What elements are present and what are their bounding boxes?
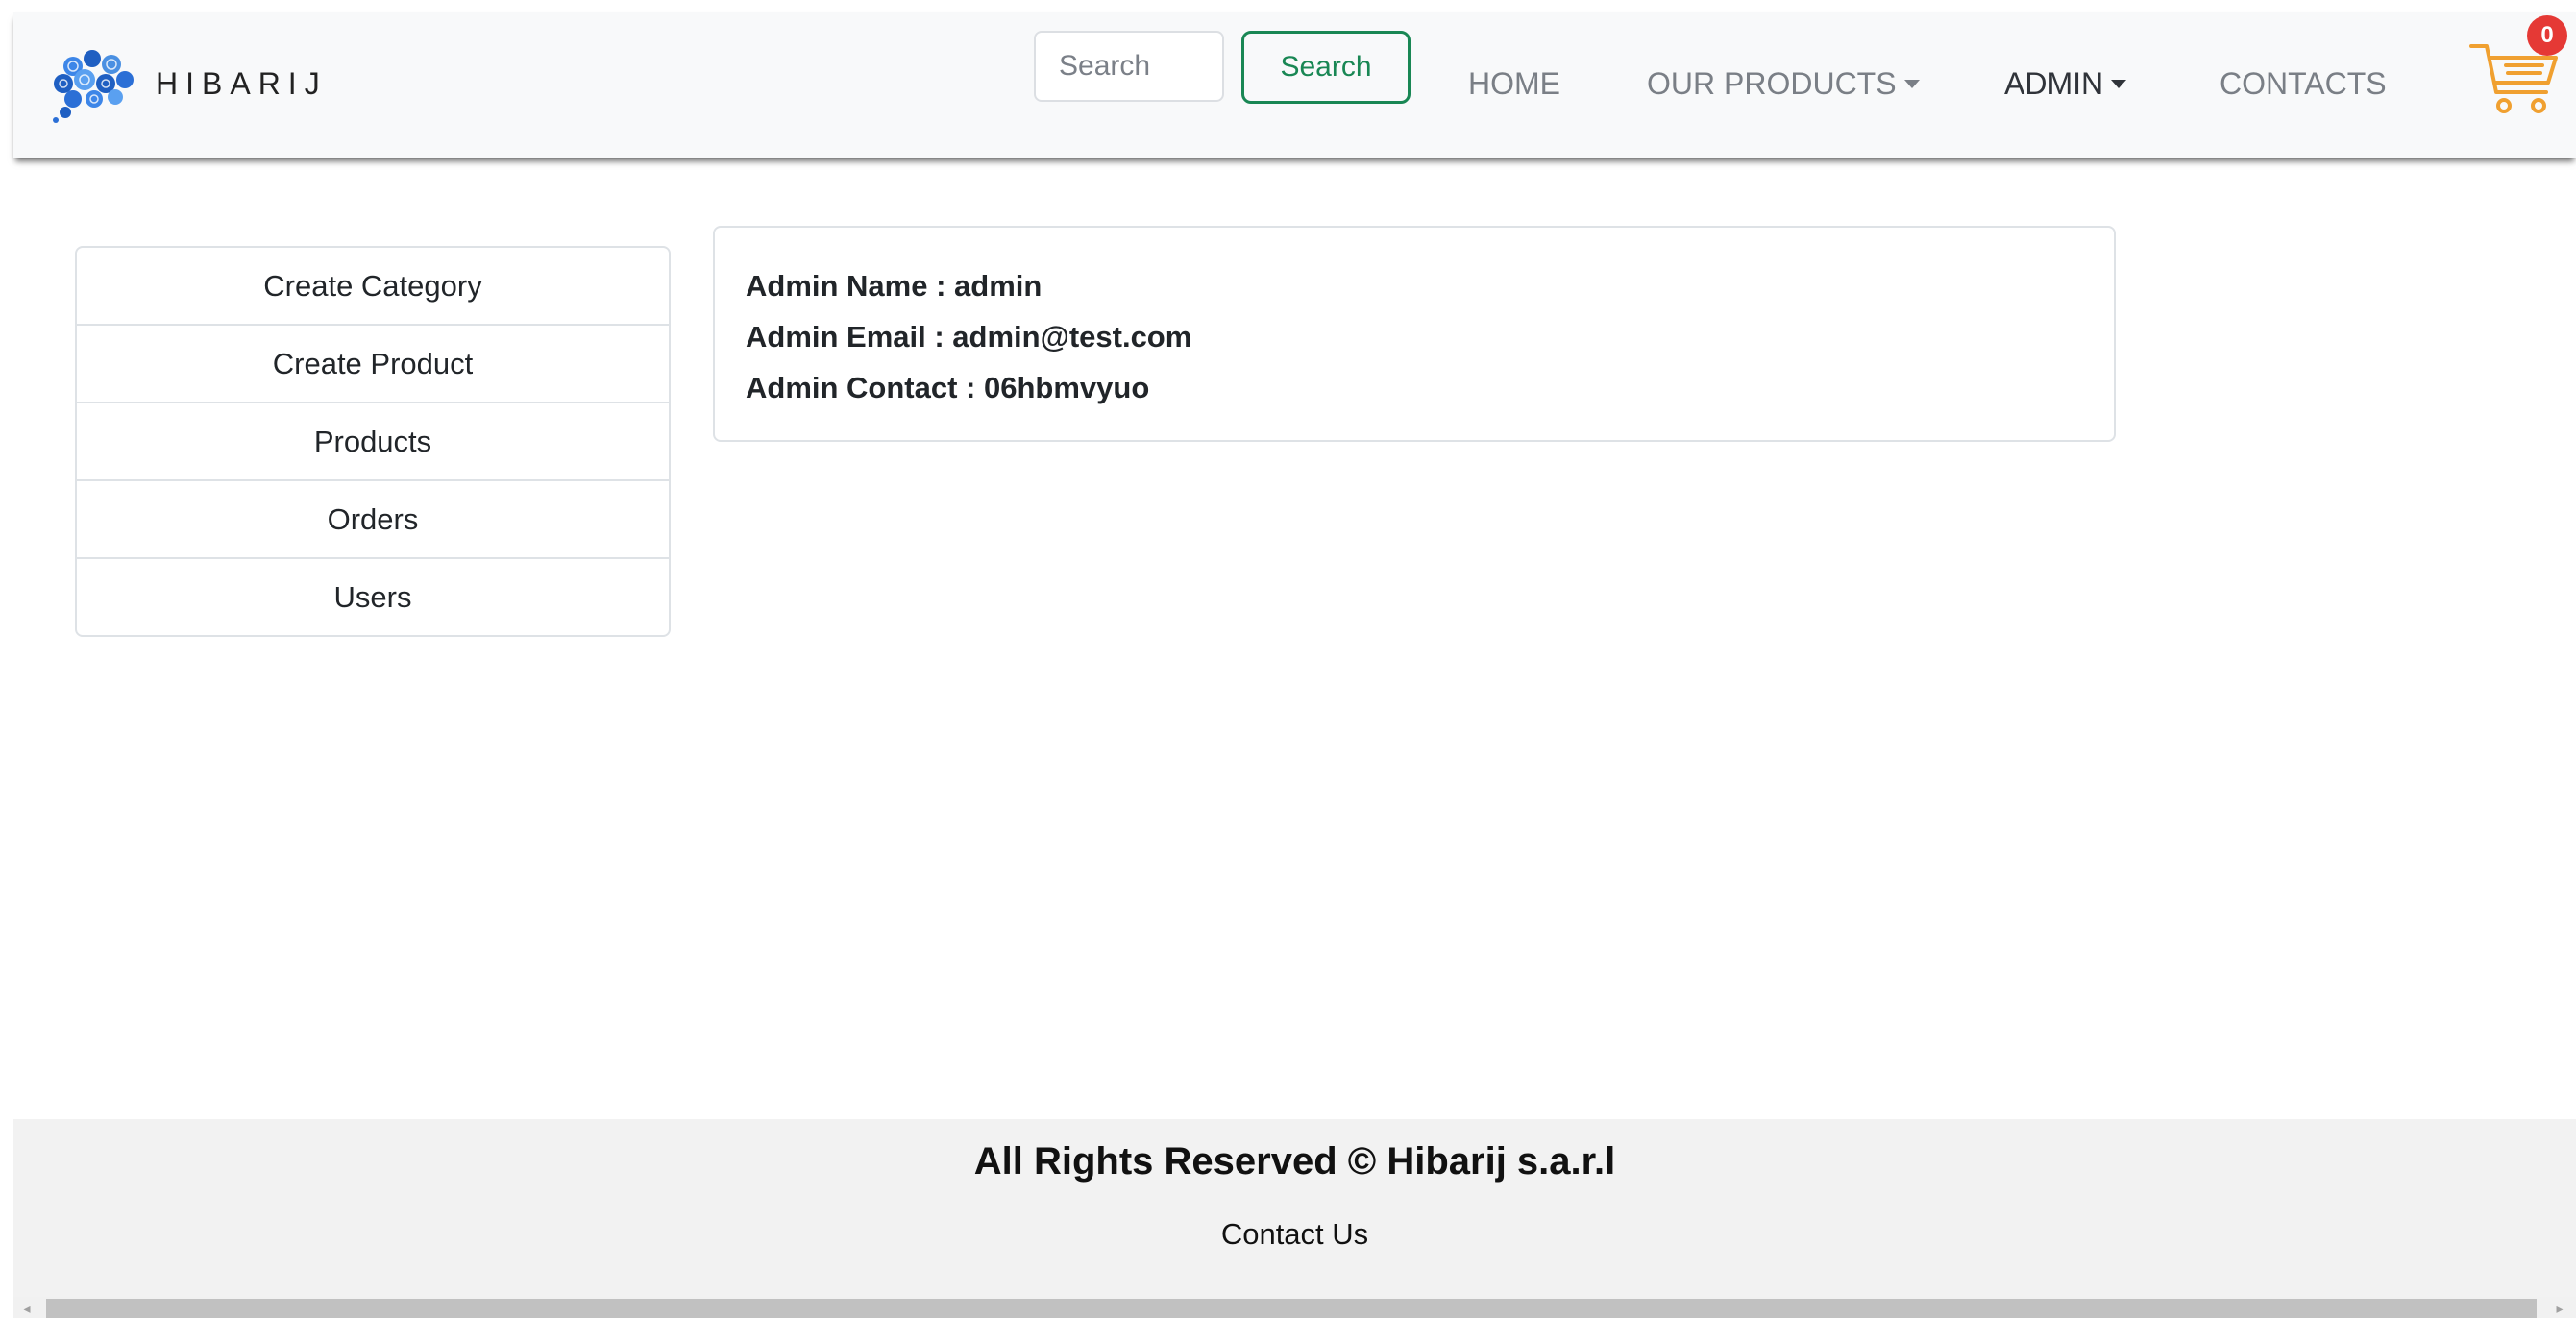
search-input[interactable] <box>1034 31 1224 102</box>
admin-email: Admin Email : admin@test.com <box>746 320 1192 354</box>
nav-admin-label: ADMIN <box>2004 66 2104 101</box>
scroll-right-arrow-icon[interactable]: ▸ <box>2550 1299 2569 1318</box>
cart-count-badge: 0 <box>2527 15 2567 56</box>
chevron-down-icon <box>2111 80 2127 89</box>
sidebar-item-create-category[interactable]: Create Category <box>77 248 669 326</box>
search-button[interactable]: Search <box>1241 31 1411 104</box>
chevron-down-icon <box>1903 80 1920 89</box>
scrollbar-thumb[interactable] <box>46 1299 2537 1318</box>
footer-copyright: All Rights Reserved © Hibarij s.a.r.l <box>973 1140 1616 1183</box>
brand-name: HIBARIJ <box>156 65 328 101</box>
admin-name: Admin Name : admin <box>746 269 1043 303</box>
nav-contacts-link[interactable]: CONTACTS <box>2220 50 2387 117</box>
admin-info-card: Admin Name : admin Admin Email : admin@t… <box>713 226 2116 442</box>
sidebar-item-create-product[interactable]: Create Product <box>77 326 669 403</box>
nav-home-link[interactable]: HOME <box>1468 50 1560 117</box>
sidebar-item-users[interactable]: Users <box>77 559 669 635</box>
top-navbar: HIBARIJ Search HOME OUR PRODUCTS ADMIN C… <box>13 12 2576 158</box>
nav-admin-dropdown[interactable]: ADMIN <box>2004 50 2127 117</box>
admin-contact: Admin Contact : 06hbmvyuo <box>746 371 1150 404</box>
footer-contact-link[interactable]: Contact Us <box>13 1217 2576 1252</box>
admin-sidebar: Create Category Create Product Products … <box>75 246 671 637</box>
page-footer: All Rights Reserved © Hibarij s.a.r.l Co… <box>13 1119 2576 1297</box>
sidebar-item-orders[interactable]: Orders <box>77 481 669 559</box>
brand-link[interactable]: HIBARIJ <box>44 40 328 127</box>
sidebar-item-products[interactable]: Products <box>77 403 669 481</box>
horizontal-scrollbar[interactable]: ◂ ▸ <box>13 1297 2576 1318</box>
nav-products-dropdown[interactable]: OUR PRODUCTS <box>1647 50 1920 117</box>
scroll-left-arrow-icon[interactable]: ◂ <box>17 1299 37 1318</box>
nav-products-label: OUR PRODUCTS <box>1647 66 1897 101</box>
brain-logo-icon <box>53 50 134 123</box>
